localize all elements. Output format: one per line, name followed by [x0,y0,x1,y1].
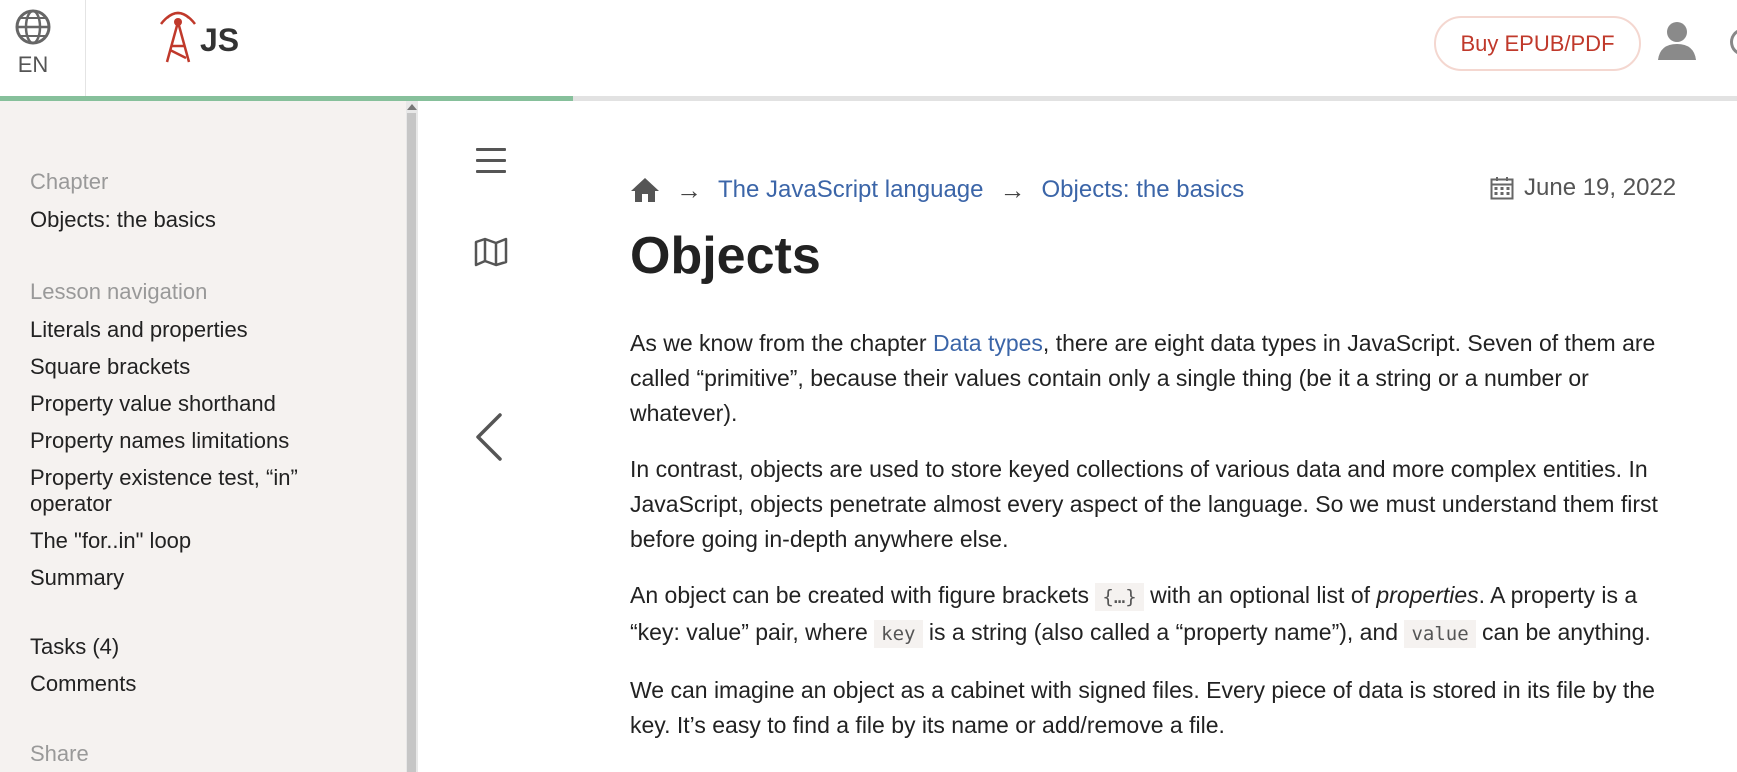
logo-tower-icon[interactable] [155,10,201,66]
buy-epub-pdf-button[interactable]: Buy EPUB/PDF [1434,16,1641,71]
paragraph-objects-contrast: In contrast, objects are used to store k… [630,456,1658,552]
sidebar: Chapter Objects: the basics Lesson navig… [0,101,406,772]
breadcrumb-objects-basics[interactable]: Objects: the basics [1042,176,1245,204]
breadcrumb: → The JavaScript language → Objects: the… [630,172,1244,208]
paragraph-text: with an optional list of [1143,582,1377,608]
inline-code-key: key [874,620,923,648]
lesson-link-literals[interactable]: Literals and properties [30,317,370,343]
hamburger-icon[interactable] [476,148,506,181]
breadcrumb-javascript-language[interactable]: The JavaScript language [718,176,984,204]
page-title: Objects [630,227,821,285]
paragraph-object-creation: An object can be created with figure bra… [630,578,1682,652]
scroll-up-arrow-icon[interactable] [407,104,417,110]
share-section: Share [30,741,89,767]
lesson-navigation: Lesson navigation Literals and propertie… [30,279,370,602]
chapter-heading: Chapter [30,169,109,194]
calendar-icon [1490,177,1514,200]
data-types-link[interactable]: Data types [933,330,1043,356]
lesson-navigation-heading: Lesson navigation [30,279,208,304]
breadcrumb-separator: → [676,174,702,205]
inline-code-value: value [1404,620,1476,648]
paragraph-text: is a string (also called a “property nam… [922,619,1405,645]
article-body: As we know from the chapter Data types, … [630,326,1682,764]
sidebar-scrollbar[interactable] [406,101,418,772]
emphasis-properties: properties [1376,582,1479,608]
globe-icon [15,9,51,45]
user-icon[interactable] [1656,20,1698,60]
home-icon[interactable] [630,177,660,203]
chapter-section: Chapter Objects: the basics [30,169,216,233]
sidebar-scrollbar-thumb[interactable] [407,113,416,772]
chevron-left-icon[interactable] [474,412,504,462]
search-icon[interactable] [1730,28,1737,56]
share-heading: Share [30,741,89,766]
paragraph-text: An object can be created with figure bra… [630,582,1096,608]
lesson-link-shorthand[interactable]: Property value shorthand [30,391,370,417]
chapter-title-link[interactable]: Objects: the basics [30,207,216,233]
paragraph-text: As we know from the chapter [630,330,933,356]
map-icon[interactable] [474,237,508,267]
publish-date-text: June 19, 2022 [1524,174,1677,201]
tasks-link[interactable]: Tasks (4) [30,634,136,660]
paragraph-intro: As we know from the chapter Data types, … [630,326,1682,431]
language-switcher[interactable]: EN [0,0,86,96]
paragraph-cabinet-analogy: We can imagine an object as a cabinet wi… [630,677,1655,738]
lesson-link-square-brackets[interactable]: Square brackets [30,354,370,380]
extras-section: Tasks (4) Comments [30,634,136,708]
paragraph-text: can be anything. [1475,619,1651,645]
top-header: EN JS Buy EPUB/PDF [0,0,1737,96]
publish-date: June 19, 2022 [1490,174,1676,202]
breadcrumb-separator: → [999,174,1026,205]
comments-link[interactable]: Comments [30,671,136,697]
inline-code-brackets: {…} [1095,583,1144,611]
lesson-link-names-limitations[interactable]: Property names limitations [30,428,370,454]
logo-text[interactable]: JS [200,22,239,59]
lesson-link-existence-test[interactable]: Property existence test, “in” operator [30,465,340,517]
lesson-link-for-in[interactable]: The "for..in" loop [30,528,370,554]
lesson-link-summary[interactable]: Summary [30,565,370,591]
language-label: EN [17,52,49,77]
